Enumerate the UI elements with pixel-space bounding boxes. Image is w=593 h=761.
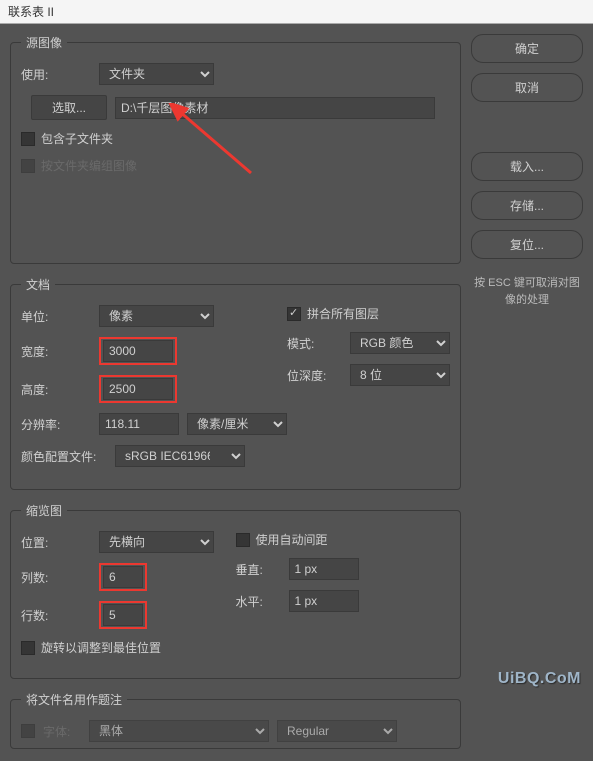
esc-hint: 按 ESC 键可取消对图像的处理 [471,275,583,308]
thumbnail-legend: 缩览图 [21,502,67,519]
mode-select[interactable]: RGB 颜色 [350,332,450,354]
group-by-folder-checkbox [21,159,35,173]
vertical-label: 垂直: [236,561,281,578]
width-highlight [99,337,177,365]
path-input[interactable] [115,97,435,119]
resolution-unit-select[interactable]: 像素/厘米 [187,413,287,435]
cols-highlight [99,563,147,591]
height-label: 高度: [21,381,91,398]
document-group: 文档 单位: 像素 宽度: 高度: 分辨率 [10,276,461,490]
cols-input[interactable] [103,566,143,588]
rows-highlight [99,601,147,629]
watermark: UiBQ.CoM [498,670,581,688]
rows-input[interactable] [103,604,143,626]
horizontal-input[interactable] [289,590,359,612]
include-subfolders-label: 包含子文件夹 [41,130,113,147]
resolution-input[interactable] [99,413,179,435]
source-legend: 源图像 [21,34,67,51]
use-label: 使用: [21,66,91,83]
cols-label: 列数: [21,569,91,586]
rotate-label: 旋转以调整到最佳位置 [41,639,161,656]
height-input[interactable] [103,378,173,400]
source-group: 源图像 使用: 文件夹 选取... 包含子文件夹 按文件夹编组图像 [10,34,461,264]
document-legend: 文档 [21,276,55,293]
depth-label: 位深度: [287,367,342,384]
vertical-input[interactable] [289,558,359,580]
font-label: 字体: [43,723,81,740]
horizontal-label: 水平: [236,593,281,610]
mode-label: 模式: [287,335,342,352]
profile-select[interactable]: sRGB IEC61966-2.1 [115,445,245,467]
flatten-checkbox[interactable] [287,307,301,321]
unit-select[interactable]: 像素 [99,305,214,327]
caption-group: 将文件名用作题注 字体: 黑体 Regular [10,691,461,749]
resolution-label: 分辨率: [21,416,91,433]
position-label: 位置: [21,534,91,551]
save-button[interactable]: 存储... [471,191,583,220]
include-subfolders-checkbox[interactable] [21,132,35,146]
ok-button[interactable]: 确定 [471,34,583,63]
reset-button[interactable]: 复位... [471,230,583,259]
profile-label: 颜色配置文件: [21,448,107,465]
load-button[interactable]: 载入... [471,152,583,181]
width-label: 宽度: [21,343,91,360]
auto-spacing-label: 使用自动间距 [256,531,328,548]
caption-checkbox [21,724,35,738]
width-input[interactable] [103,340,173,362]
height-highlight [99,375,177,403]
window-title: 联系表 II [0,0,593,24]
flatten-label: 拼合所有图层 [307,305,379,322]
thumbnail-group: 缩览图 位置: 先横向 列数: 行数: [10,502,461,679]
font-style-select: Regular [277,720,397,742]
choose-button[interactable]: 选取... [31,95,107,120]
group-by-folder-label: 按文件夹编组图像 [41,157,137,174]
rows-label: 行数: [21,607,91,624]
position-select[interactable]: 先横向 [99,531,214,553]
use-select[interactable]: 文件夹 [99,63,214,85]
auto-spacing-checkbox[interactable] [236,533,250,547]
depth-select[interactable]: 8 位 [350,364,450,386]
font-select: 黑体 [89,720,269,742]
rotate-checkbox[interactable] [21,641,35,655]
cancel-button[interactable]: 取消 [471,73,583,102]
unit-label: 单位: [21,308,91,325]
